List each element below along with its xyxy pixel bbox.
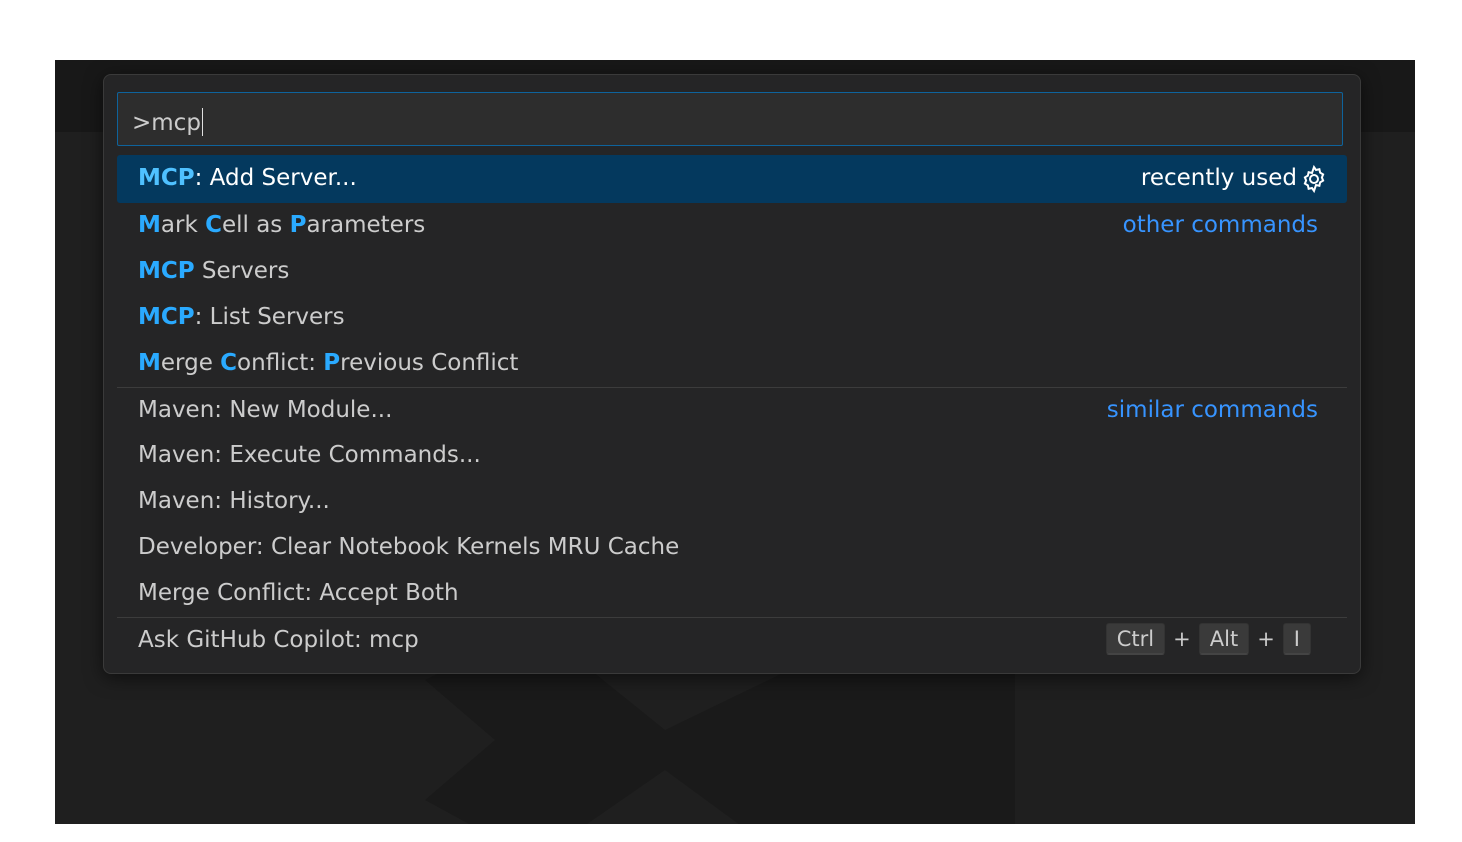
- key-separator: +: [1257, 627, 1275, 651]
- command-item[interactable]: MCP Servers: [117, 249, 1347, 295]
- match-highlight: MCP: [138, 304, 195, 330]
- label-text: : List Servers: [194, 304, 345, 330]
- command-label: Merge Conflict: Accept Both: [138, 580, 459, 606]
- key-ctrl: Ctrl: [1105, 623, 1166, 655]
- command-item[interactable]: MCP: Add Server... recently used: [117, 155, 1347, 203]
- command-label: Mark Cell as Parameters: [138, 212, 425, 238]
- command-list: MCP: Add Server... recently used Mark Cell…: [117, 155, 1347, 663]
- command-label: Merge Conflict: Previous Conflict: [138, 350, 518, 376]
- label-text: Maven: History...: [138, 488, 330, 514]
- command-item[interactable]: Merge Conflict: Accept Both: [117, 571, 1347, 617]
- command-label: MCP: Add Server...: [138, 165, 357, 191]
- command-input[interactable]: >mcp: [117, 92, 1343, 146]
- match-highlight: P: [289, 212, 307, 238]
- label-text: Ask GitHub Copilot: mcp: [138, 627, 419, 653]
- match-highlight: M: [138, 350, 161, 376]
- vscode-window: >mcp MCP: Add Server... recently used Mark…: [55, 60, 1415, 824]
- label-text: ell as: [221, 212, 290, 238]
- command-item[interactable]: Mark Cell as Parameters other commands: [117, 203, 1347, 249]
- match-highlight: MCP: [138, 258, 195, 284]
- label-text: revious Conflict: [340, 350, 519, 376]
- key-alt: Alt: [1198, 623, 1250, 655]
- label-text: Developer: Clear Notebook Kernels MRU Ca…: [138, 534, 680, 560]
- label-text: Merge Conflict: Accept Both: [138, 580, 459, 606]
- command-item[interactable]: Ask GitHub Copilot: mcp Ctrl + Alt + I: [117, 617, 1347, 663]
- text-caret: [201, 108, 203, 136]
- match-highlight: M: [138, 212, 161, 238]
- match-highlight: MCP: [138, 165, 195, 191]
- command-label: Maven: New Module...: [138, 397, 392, 423]
- match-highlight: C: [205, 212, 222, 238]
- command-label: Ask GitHub Copilot: mcp: [138, 627, 419, 653]
- command-item[interactable]: Merge Conflict: Previous Conflict: [117, 341, 1347, 387]
- label-text: Maven: New Module...: [138, 397, 393, 423]
- command-palette: >mcp MCP: Add Server... recently used Mark…: [103, 74, 1361, 674]
- label-text: Maven: Execute Commands...: [138, 442, 481, 468]
- keybinding: Ctrl + Alt + I: [1105, 623, 1311, 655]
- command-item[interactable]: Maven: History...: [117, 479, 1347, 525]
- label-text: arameters: [306, 212, 426, 238]
- group-label: recently used: [1140, 165, 1297, 191]
- command-item[interactable]: MCP: List Servers: [117, 295, 1347, 341]
- key-i: I: [1282, 623, 1311, 655]
- key-separator: +: [1173, 627, 1191, 651]
- label-text: Servers: [194, 258, 290, 284]
- label-text: erge: [160, 350, 221, 376]
- command-label: Maven: Execute Commands...: [138, 442, 481, 468]
- match-highlight: C: [220, 350, 238, 376]
- label-text: ark: [160, 212, 206, 238]
- command-input-text[interactable]: >mcp: [132, 108, 203, 136]
- label-text: onflict:: [237, 350, 324, 376]
- match-highlight: P: [323, 350, 341, 376]
- command-label: MCP: List Servers: [138, 304, 345, 330]
- group-label: similar commands: [1106, 397, 1318, 423]
- gear-icon[interactable]: [1299, 164, 1329, 194]
- command-label: MCP Servers: [138, 258, 289, 284]
- group-label: other commands: [1122, 212, 1318, 238]
- command-label: Developer: Clear Notebook Kernels MRU Ca…: [138, 534, 679, 560]
- command-item[interactable]: Maven: New Module... similar commands: [117, 387, 1347, 433]
- command-label: Maven: History...: [138, 488, 330, 514]
- command-item[interactable]: Developer: Clear Notebook Kernels MRU Ca…: [117, 525, 1347, 571]
- label-text: : Add Server...: [194, 165, 357, 191]
- command-item[interactable]: Maven: Execute Commands...: [117, 433, 1347, 479]
